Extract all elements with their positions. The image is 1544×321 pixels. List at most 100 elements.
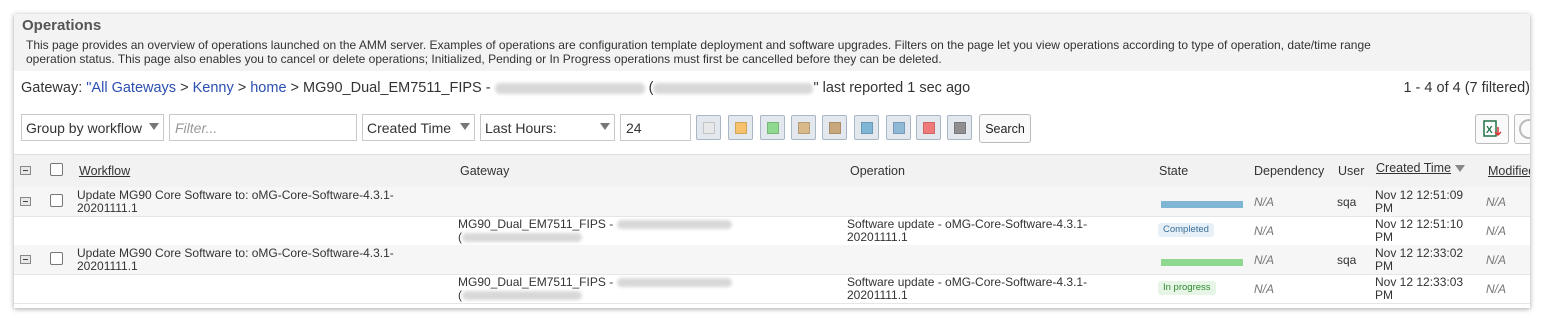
workflow-name: Update MG90 Core Software to: oMG-Core-S… bbox=[77, 189, 394, 214]
breadcrumb-sep: > bbox=[233, 80, 251, 96]
operation-name-line1: Software update - oMG-Core-Software-4.3.… bbox=[847, 217, 1088, 231]
redacted-serial bbox=[462, 232, 582, 242]
hours-input[interactable]: 24 bbox=[620, 114, 691, 141]
state-badge: Completed bbox=[1158, 223, 1214, 237]
state-filter-completed[interactable] bbox=[854, 115, 879, 140]
created-time-line2: PM bbox=[1375, 287, 1393, 302]
refresh-button[interactable] bbox=[1514, 114, 1530, 144]
dependency-value: N/A bbox=[1254, 224, 1275, 238]
column-created-time[interactable]: Created Time bbox=[1376, 161, 1466, 175]
operation-name: Software update - oMG-Core-Software-4.3.… bbox=[847, 276, 1087, 301]
state-filter-completed-swatch-icon bbox=[861, 122, 873, 134]
state-filter-failed[interactable] bbox=[916, 115, 941, 140]
created-time-line1: Nov 12 12:51:10 bbox=[1375, 217, 1464, 231]
column-dependency: Dependency bbox=[1254, 164, 1325, 178]
state-filter-partial[interactable] bbox=[791, 115, 816, 140]
collapse-all-icon[interactable] bbox=[20, 166, 31, 175]
operation-name-line2: 20201111.1 bbox=[847, 229, 908, 244]
operation-row[interactable]: MG90_Dual_EM7511_FIPS - ( Software updat… bbox=[14, 274, 1530, 304]
breadcrumb-suffix: " last reported 1 sec ago bbox=[813, 80, 971, 96]
created-time-line2: PM bbox=[1375, 200, 1393, 215]
page-title: Operations bbox=[22, 17, 102, 34]
filter-placeholder: Filter... bbox=[175, 119, 218, 136]
created-time-value: Nov 12 12:33:03 PM bbox=[1375, 276, 1463, 301]
breadcrumb-home[interactable]: home bbox=[250, 80, 286, 96]
column-operation: Operation bbox=[850, 164, 905, 178]
breadcrumb-all-gateways[interactable]: "All Gateways bbox=[86, 80, 176, 96]
svg-text:X: X bbox=[1486, 125, 1493, 136]
breadcrumb-current: MG90_Dual_EM7511_FIPS - bbox=[303, 80, 495, 96]
search-button[interactable]: Search bbox=[979, 114, 1031, 143]
created-time-value: Nov 12 12:51:10 PM bbox=[1375, 218, 1463, 243]
row-checkbox[interactable] bbox=[50, 194, 63, 207]
redacted-serial bbox=[494, 82, 645, 94]
state-filter-deleted-swatch-icon bbox=[954, 122, 966, 134]
sort-field-value: Created Time bbox=[367, 119, 452, 136]
group-by-value: Group by workflow bbox=[26, 119, 142, 136]
sort-field-select[interactable]: Created Time bbox=[362, 114, 475, 141]
excel-icon: X bbox=[1483, 120, 1502, 137]
breadcrumb-sep: > bbox=[176, 80, 193, 96]
description-line-1: This page provides an overview of operat… bbox=[26, 38, 1371, 52]
state-filter-in-progress-swatch-icon bbox=[767, 122, 779, 134]
workflow-name-line1: Update MG90 Core Software to: oMG-Core-S… bbox=[77, 246, 394, 260]
workflow-name-line2: 20201111.1 bbox=[77, 200, 138, 215]
row-checkbox[interactable] bbox=[50, 252, 63, 265]
dropdown-arrow-icon bbox=[600, 123, 610, 130]
modified-value: N/A bbox=[1486, 224, 1507, 238]
time-range-value: Last Hours: bbox=[485, 119, 557, 136]
gateway-name: MG90_Dual_EM7511_FIPS - ( bbox=[458, 218, 732, 243]
state-filter-in-progress[interactable] bbox=[760, 115, 785, 140]
column-workflow[interactable]: Workflow bbox=[79, 164, 130, 178]
refresh-icon bbox=[1519, 119, 1530, 139]
dropdown-arrow-icon bbox=[149, 123, 159, 130]
user-value: sqa bbox=[1337, 195, 1357, 209]
breadcrumb: Gateway: "All Gateways > Kenny > home > … bbox=[21, 80, 971, 96]
gateway-name: MG90_Dual_EM7511_FIPS - ( bbox=[458, 276, 732, 301]
operation-name: Software update - oMG-Core-Software-4.3.… bbox=[847, 218, 1087, 243]
state-filter-pending-swatch-icon bbox=[735, 122, 747, 134]
collapse-row-icon[interactable] bbox=[20, 255, 31, 264]
state-filter-initialized[interactable] bbox=[696, 115, 721, 140]
operation-row[interactable]: MG90_Dual_EM7511_FIPS - ( Software updat… bbox=[14, 216, 1530, 246]
time-range-select[interactable]: Last Hours: bbox=[480, 114, 615, 141]
state-filter-pending[interactable] bbox=[728, 115, 753, 140]
operation-name-line2: 20201111.1 bbox=[847, 287, 908, 302]
created-time-line2: PM bbox=[1375, 229, 1393, 244]
redacted-serial bbox=[616, 278, 732, 288]
state-filter-mixed[interactable] bbox=[886, 115, 911, 140]
workflow-name-line2: 20201111.1 bbox=[77, 258, 138, 273]
operation-name-line1: Software update - oMG-Core-Software-4.3.… bbox=[847, 275, 1088, 289]
state-filter-failed-swatch-icon bbox=[923, 122, 935, 134]
hours-value: 24 bbox=[626, 119, 642, 136]
dependency-value: N/A bbox=[1254, 282, 1275, 296]
redacted-serial bbox=[462, 290, 582, 300]
description-line-2: operation status. This page also enables… bbox=[26, 51, 942, 66]
export-excel-button[interactable]: X bbox=[1475, 114, 1509, 144]
breadcrumb-kenny[interactable]: Kenny bbox=[193, 80, 234, 96]
state-filter-deleted[interactable] bbox=[947, 115, 972, 140]
state-filter-partial-swatch-icon bbox=[798, 122, 810, 134]
redacted-serial bbox=[653, 82, 814, 94]
created-time-value: Nov 12 12:51:09 PM bbox=[1375, 189, 1463, 214]
state-filter-cancelled[interactable] bbox=[822, 115, 847, 140]
created-time-line1: Nov 12 12:33:03 bbox=[1375, 275, 1464, 289]
state-filter-cancelled-swatch-icon bbox=[829, 122, 841, 134]
workflow-row[interactable]: Update MG90 Core Software to: oMG-Core-S… bbox=[14, 187, 1530, 217]
collapse-row-icon[interactable] bbox=[20, 197, 31, 206]
state-filter-mixed-swatch-icon bbox=[893, 122, 905, 134]
column-user: User bbox=[1338, 164, 1365, 178]
column-modified[interactable]: Modified bbox=[1488, 164, 1530, 178]
created-time-line1: Nov 12 12:51:09 bbox=[1375, 188, 1464, 202]
workflow-state-bar bbox=[1161, 201, 1243, 208]
select-all-checkbox[interactable] bbox=[50, 163, 63, 176]
user-value: sqa bbox=[1337, 253, 1357, 267]
state-filter-initialized-swatch-icon bbox=[703, 122, 715, 134]
filter-input[interactable]: Filter... bbox=[169, 114, 357, 141]
group-by-select[interactable]: Group by workflow bbox=[21, 114, 164, 141]
created-time-line1: Nov 12 12:33:02 bbox=[1375, 246, 1464, 260]
column-created-time-label: Created Time bbox=[1376, 161, 1452, 175]
workflow-row[interactable]: Update MG90 Core Software to: oMG-Core-S… bbox=[14, 245, 1530, 275]
state-badge: In progress bbox=[1158, 281, 1216, 295]
modified-value: N/A bbox=[1486, 195, 1507, 209]
